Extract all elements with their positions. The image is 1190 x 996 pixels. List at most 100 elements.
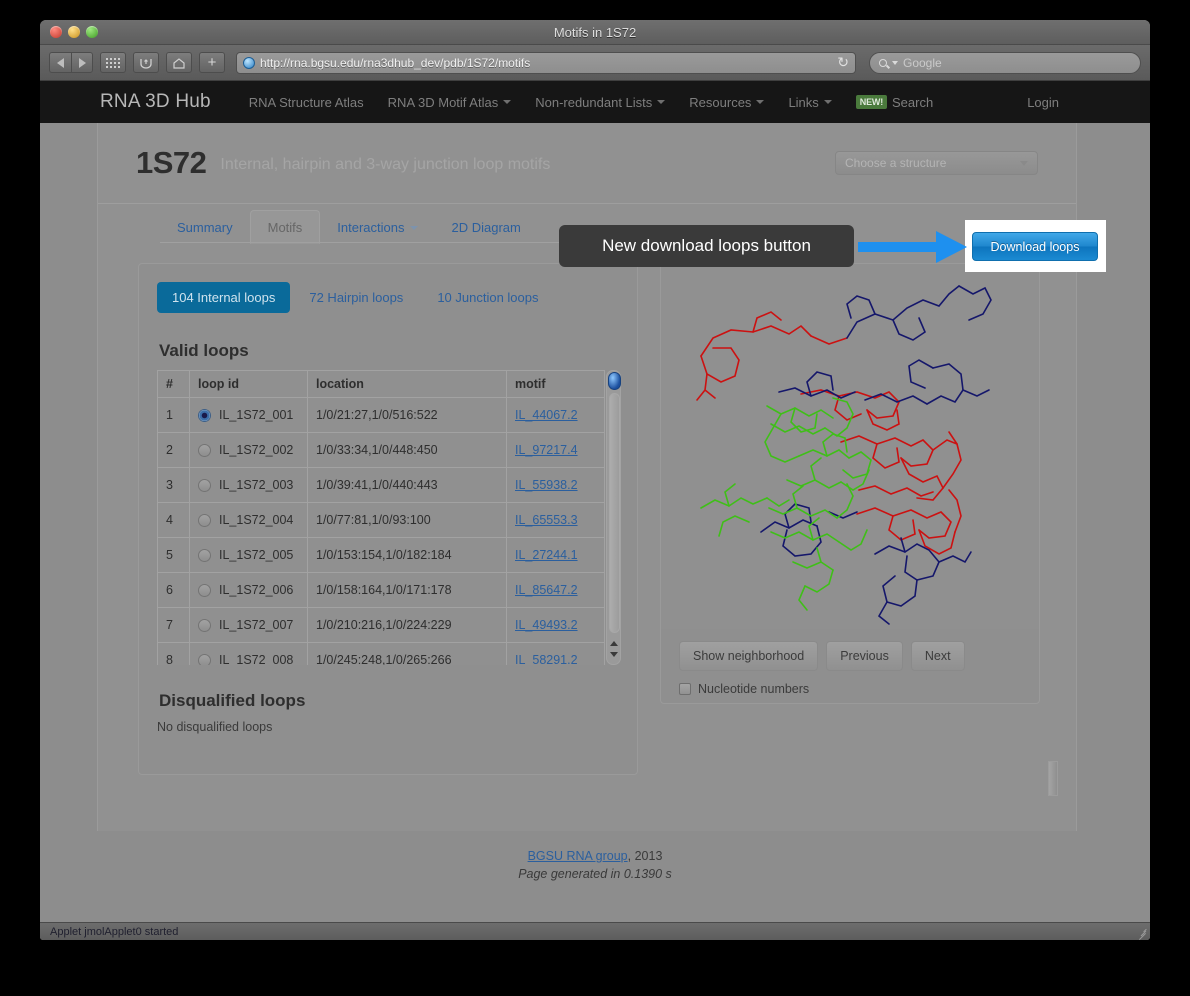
nucleotide-numbers-row[interactable]: Nucleotide numbers bbox=[679, 682, 1021, 696]
download-loops-button[interactable]: Download loops bbox=[972, 232, 1098, 261]
table-row[interactable]: 5IL_1S72_0051/0/153:154,1/0/182:184IL_27… bbox=[158, 538, 605, 573]
loop-select-radio[interactable] bbox=[198, 479, 211, 492]
scroll-down-icon[interactable] bbox=[610, 652, 618, 657]
motif-link[interactable]: IL_55938.2 bbox=[515, 478, 578, 492]
tab-interactions[interactable]: Interactions bbox=[320, 211, 434, 243]
loop-select-radio[interactable] bbox=[198, 584, 211, 597]
tab-label: Motifs bbox=[268, 220, 303, 235]
motif-link[interactable]: IL_49493.2 bbox=[515, 618, 578, 632]
nav-item-resources[interactable]: Resources bbox=[677, 95, 776, 110]
new-badge: NEW! bbox=[856, 95, 887, 109]
loop-select-radio[interactable] bbox=[198, 409, 211, 422]
table-row[interactable]: 3IL_1S72_0031/0/39:41,1/0/440:443IL_5593… bbox=[158, 468, 605, 503]
chevron-down-icon bbox=[503, 100, 511, 104]
motif-link[interactable]: IL_44067.2 bbox=[515, 408, 578, 422]
cell-loop-id: IL_1S72_008 bbox=[190, 643, 308, 666]
disqualified-scrollbar[interactable] bbox=[1048, 761, 1058, 796]
cell-motif: IL_55938.2 bbox=[507, 468, 605, 503]
table-scrollbar[interactable] bbox=[606, 370, 621, 665]
table-row[interactable]: 2IL_1S72_0021/0/33:34,1/0/448:450IL_9721… bbox=[158, 433, 605, 468]
loop-select-radio[interactable] bbox=[198, 654, 211, 666]
table-row[interactable]: 1IL_1S72_0011/0/21:27,1/0/516:522IL_4406… bbox=[158, 398, 605, 433]
search-placeholder: Google bbox=[903, 56, 942, 70]
tab-label: Interactions bbox=[337, 220, 404, 235]
motif-link[interactable]: IL_58291.2 bbox=[515, 653, 578, 665]
back-arrow-icon[interactable] bbox=[49, 52, 71, 73]
browser-window: Motifs in 1S72 + http://rna.bgsu.edu/rna… bbox=[40, 20, 1150, 940]
scrollbar-thumb-top[interactable] bbox=[608, 372, 621, 390]
forward-arrow-icon[interactable] bbox=[71, 52, 93, 73]
site-brand[interactable]: RNA 3D Hub bbox=[100, 91, 211, 113]
nav-buttons[interactable] bbox=[49, 52, 93, 73]
nav-item-non-redundant-lists[interactable]: Non-redundant Lists bbox=[523, 95, 677, 110]
cell-loop-id: IL_1S72_001 bbox=[190, 398, 308, 433]
chevron-down-icon[interactable] bbox=[892, 61, 898, 65]
window-titlebar: Motifs in 1S72 bbox=[40, 20, 1150, 45]
resize-grip[interactable] bbox=[1135, 926, 1147, 938]
loop-type-hairpin[interactable]: 72 Hairpin loops bbox=[294, 282, 418, 313]
bgsu-rna-group-link[interactable]: BGSU RNA group bbox=[528, 849, 628, 863]
motif-link[interactable]: IL_97217.4 bbox=[515, 443, 578, 457]
page-subtitle: Internal, hairpin and 3-way junction loo… bbox=[220, 156, 550, 174]
loop-select-radio[interactable] bbox=[198, 514, 211, 527]
motif-link[interactable]: IL_85647.2 bbox=[515, 583, 578, 597]
tab-motifs[interactable]: Motifs bbox=[250, 210, 321, 244]
cell-location: 1/0/210:216,1/0/224:229 bbox=[308, 608, 507, 643]
table-row[interactable]: 6IL_1S72_0061/0/158:164,1/0/171:178IL_85… bbox=[158, 573, 605, 608]
site-globe-icon bbox=[243, 57, 255, 69]
cell-motif: IL_58291.2 bbox=[507, 643, 605, 666]
loop-select-radio[interactable] bbox=[198, 444, 211, 457]
cell-location: 1/0/77:81,1/0/93:100 bbox=[308, 503, 507, 538]
table-row[interactable]: 7IL_1S72_0071/0/210:216,1/0/224:229IL_49… bbox=[158, 608, 605, 643]
disqualified-loops-heading: Disqualified loops bbox=[159, 691, 619, 711]
previous-button[interactable]: Previous bbox=[826, 641, 903, 671]
browser-statusbar: Applet jmolApplet0 started bbox=[40, 922, 1150, 940]
cell-loop-id: IL_1S72_004 bbox=[190, 503, 308, 538]
loop-type-junction[interactable]: 10 Junction loops bbox=[422, 282, 553, 313]
minimize-window-icon[interactable] bbox=[68, 26, 80, 38]
loop-id-label: IL_1S72_005 bbox=[219, 548, 293, 562]
loop-type-internal[interactable]: 104 Internal loops bbox=[157, 282, 290, 313]
url-bar[interactable]: http://rna.bgsu.edu/rna3dhub_dev/pdb/1S7… bbox=[236, 52, 856, 74]
scroll-up-icon[interactable] bbox=[610, 641, 618, 646]
url-text[interactable]: http://rna.bgsu.edu/rna3dhub_dev/pdb/1S7… bbox=[260, 56, 832, 70]
loop-id-label: IL_1S72_008 bbox=[219, 653, 293, 665]
table-row[interactable]: 4IL_1S72_0041/0/77:81,1/0/93:100IL_65553… bbox=[158, 503, 605, 538]
tab-2d-diagram[interactable]: 2D Diagram bbox=[435, 211, 538, 243]
home-icon[interactable] bbox=[166, 52, 192, 73]
loop-select-radio[interactable] bbox=[198, 619, 211, 632]
jmol-3d-viewer[interactable] bbox=[661, 264, 1039, 629]
window-traffic-lights[interactable] bbox=[50, 26, 98, 38]
nav-item-rna-3d-motif-atlas[interactable]: RNA 3D Motif Atlas bbox=[376, 95, 524, 110]
table-row[interactable]: 8IL_1S72_0081/0/245:248,1/0/265:266IL_58… bbox=[158, 643, 605, 666]
show-neighborhood-button[interactable]: Show neighborhood bbox=[679, 641, 818, 671]
tab-summary[interactable]: Summary bbox=[160, 211, 250, 243]
grid-icon[interactable] bbox=[100, 52, 126, 73]
cell-loop-id: IL_1S72_005 bbox=[190, 538, 308, 573]
nav-item-search[interactable]: NEW! Search bbox=[844, 95, 945, 110]
chevron-down-icon bbox=[657, 100, 665, 104]
col-header-motif: motif bbox=[507, 371, 605, 398]
motif-link[interactable]: IL_27244.1 bbox=[515, 548, 578, 562]
nav-item-login[interactable]: Login bbox=[1015, 95, 1071, 110]
motif-link[interactable]: IL_65553.3 bbox=[515, 513, 578, 527]
scrollbar-track[interactable] bbox=[609, 393, 620, 633]
structure-select[interactable]: Choose a structure bbox=[835, 151, 1038, 175]
next-button[interactable]: Next bbox=[911, 641, 965, 671]
window-title: Motifs in 1S72 bbox=[40, 20, 1150, 45]
close-window-icon[interactable] bbox=[50, 26, 62, 38]
nav-item-links[interactable]: Links bbox=[776, 95, 843, 110]
viewer-panel: Show neighborhood Previous Next Nucleoti… bbox=[660, 263, 1040, 704]
loop-select-radio[interactable] bbox=[198, 549, 211, 562]
maximize-window-icon[interactable] bbox=[86, 26, 98, 38]
disqualified-loops-text: No disqualified loops bbox=[157, 720, 619, 734]
new-tab-button[interactable]: + bbox=[199, 52, 225, 73]
valid-loops-heading: Valid loops bbox=[159, 341, 619, 361]
nucleotide-numbers-checkbox[interactable] bbox=[679, 683, 691, 695]
search-input[interactable]: Google bbox=[869, 52, 1141, 74]
nav-item-rna-structure-atlas[interactable]: RNA Structure Atlas bbox=[237, 95, 376, 110]
annotation-callout-text: New download loops button bbox=[602, 236, 811, 256]
reload-icon[interactable]: ↻ bbox=[837, 54, 849, 71]
reader-icon[interactable] bbox=[133, 52, 159, 73]
page-footer: BGSU RNA group, 2013 Page generated in 0… bbox=[40, 849, 1150, 881]
